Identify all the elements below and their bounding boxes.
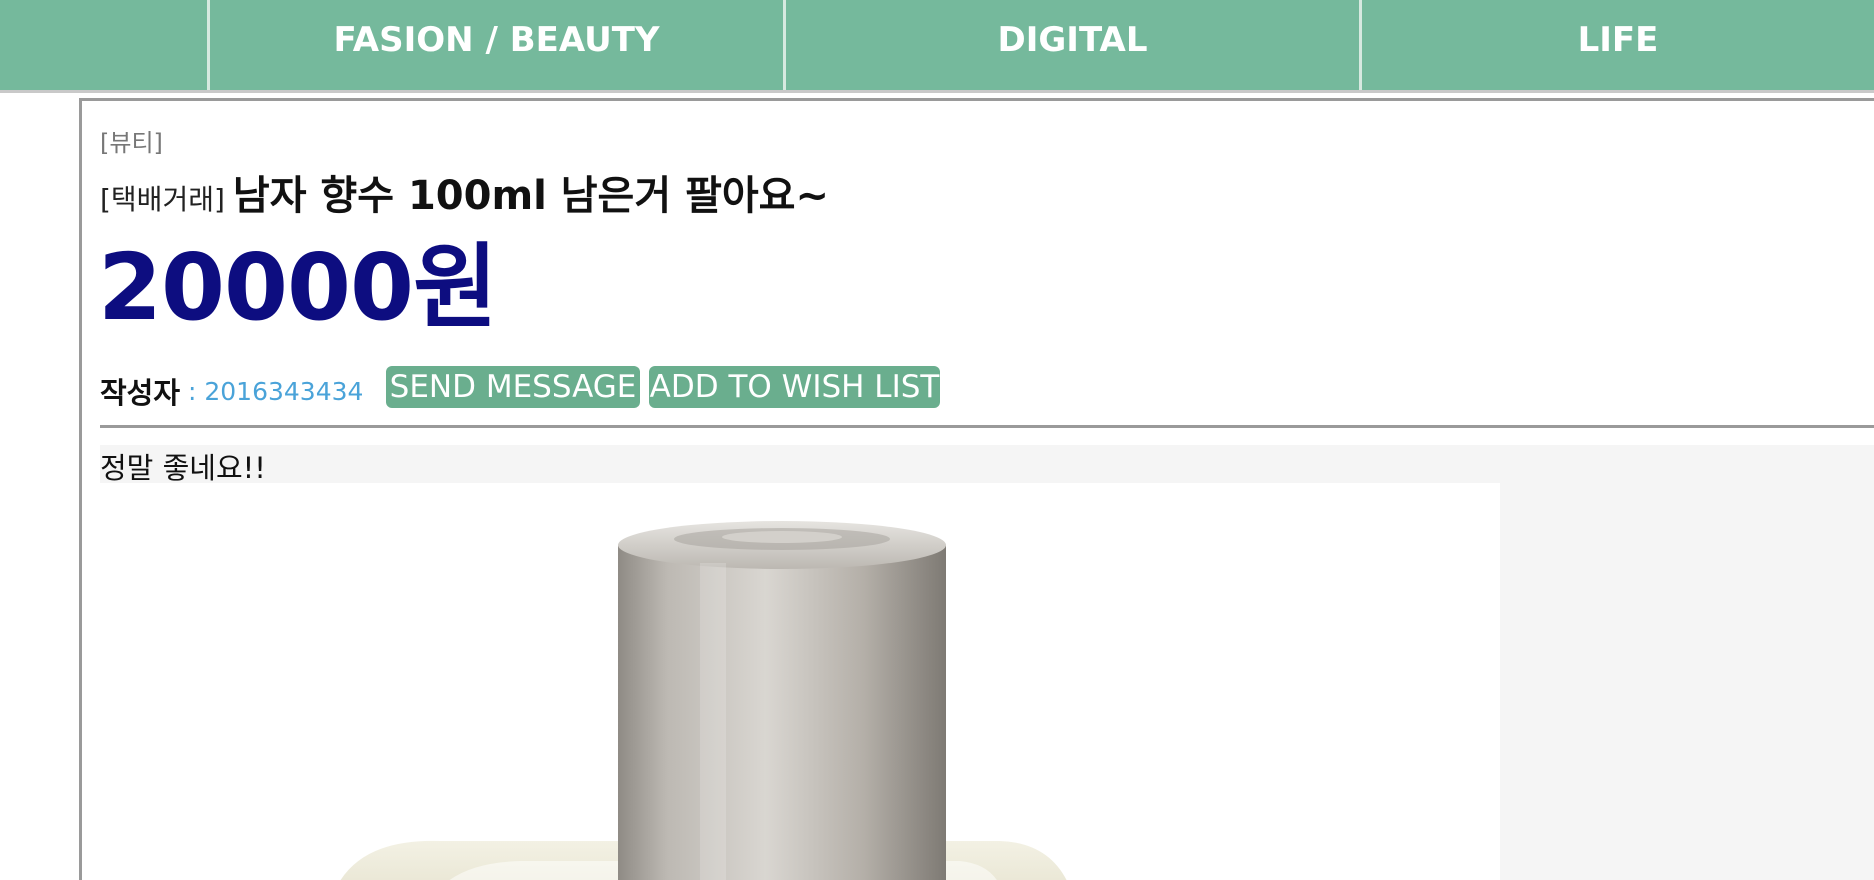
nav-item-fasion-beauty[interactable]: FASION / BEAUTY — [207, 0, 783, 90]
send-message-button[interactable]: SEND MESSAGE — [386, 366, 640, 408]
post-price: 20000원 — [98, 234, 498, 341]
perfume-bottle-icon — [340, 521, 1067, 880]
add-to-wish-list-button[interactable]: ADD TO WISH LIST — [649, 366, 940, 408]
post-detail-panel: [뷰티] [택배거래] 남자 향수 100ml 남은거 팔아요~ 20000원 작… — [79, 98, 1874, 880]
nav-item-label: DIGITAL — [997, 20, 1148, 60]
nav-item-digital[interactable]: DIGITAL — [783, 0, 1359, 90]
post-description-area: 정말 좋네요!! — [100, 445, 1874, 880]
nav-item-life[interactable]: LIFE — [1359, 0, 1874, 90]
author-id-link[interactable]: : 2016343434 — [188, 377, 363, 406]
top-navigation-bar: FASION / BEAUTY DIGITAL LIFE — [0, 0, 1874, 93]
nav-item-label: FASION / BEAUTY — [333, 20, 660, 60]
nav-item-label: LIFE — [1577, 20, 1659, 60]
post-description: 정말 좋네요!! — [100, 451, 266, 485]
product-image — [100, 483, 1500, 880]
trade-type-label: [택배거래] — [100, 183, 225, 216]
post-category: [뷰티] — [100, 129, 163, 157]
divider — [100, 425, 1874, 428]
author-label: 작성자 — [100, 376, 181, 410]
